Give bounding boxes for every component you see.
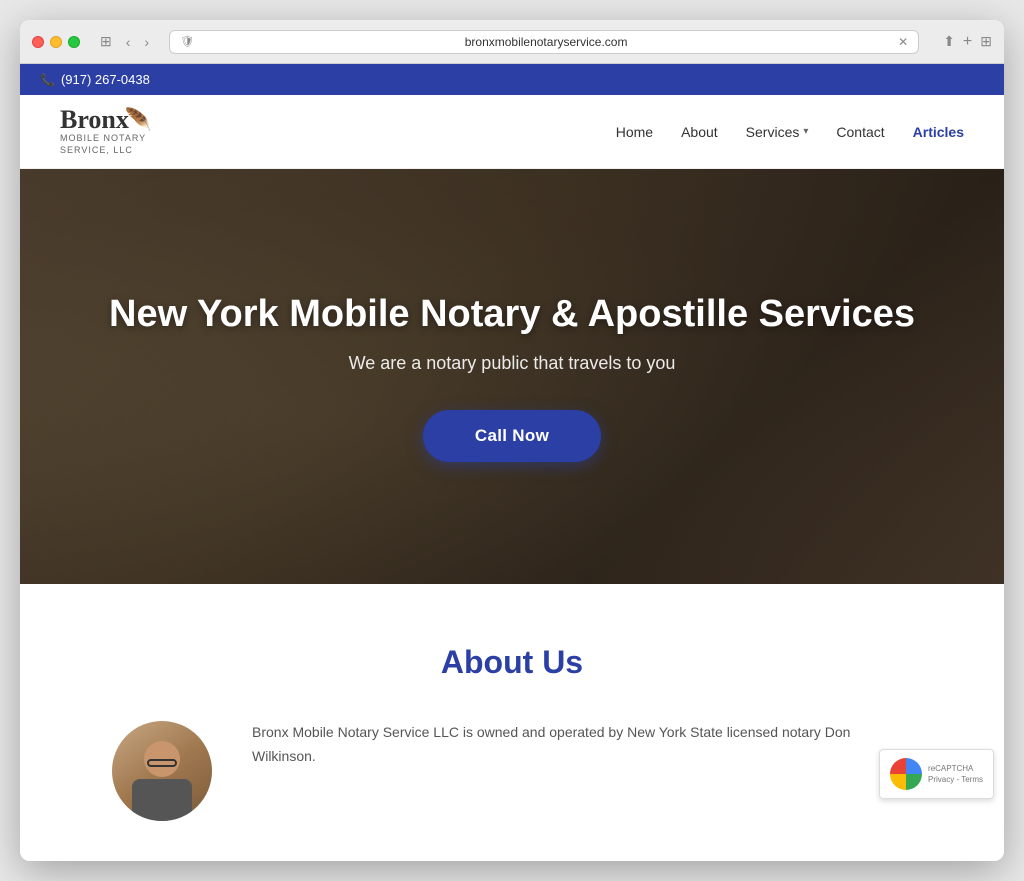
- nav-services[interactable]: Services ▾: [746, 124, 809, 140]
- chevron-down-icon: ▾: [803, 126, 808, 137]
- new-tab-icon[interactable]: +: [963, 33, 972, 51]
- recaptcha-text: reCAPTCHA Privacy - Terms: [928, 763, 983, 785]
- browser-titlebar: ⊞ ‹ › 🛡 ✕ ⬆ + ⊞: [20, 20, 1004, 64]
- browser-actions: ⬆ + ⊞: [943, 33, 992, 51]
- recaptcha-badge: reCAPTCHA Privacy - Terms: [879, 749, 994, 799]
- browser-controls: ⊞ ‹ ›: [96, 31, 153, 52]
- minimize-button[interactable]: [50, 36, 62, 48]
- maximize-button[interactable]: [68, 36, 80, 48]
- logo[interactable]: Bronx 🪶 Mobile Notary Service, LLC: [60, 107, 152, 156]
- back-button[interactable]: ‹: [122, 32, 135, 52]
- avatar-body: [132, 779, 192, 821]
- avatar-head: [144, 741, 180, 777]
- call-now-button[interactable]: Call Now: [423, 410, 601, 462]
- hero-content: New York Mobile Notary & Apostille Servi…: [69, 292, 955, 463]
- phone-number[interactable]: (917) 267-0438: [61, 72, 150, 87]
- hero-title: New York Mobile Notary & Apostille Servi…: [109, 292, 915, 338]
- nav-articles[interactable]: Articles: [913, 124, 964, 140]
- about-description: Bronx Mobile Notary Service LLC is owned…: [252, 721, 912, 769]
- traffic-lights: [32, 36, 80, 48]
- site-header: Bronx 🪶 Mobile Notary Service, LLC Home …: [20, 95, 1004, 169]
- close-button[interactable]: [32, 36, 44, 48]
- logo-bronx-text: Bronx: [60, 107, 129, 133]
- forward-button[interactable]: ›: [140, 32, 153, 52]
- phone-icon: 📞: [40, 73, 55, 87]
- logo-subtitle: Mobile Notary Service, LLC: [60, 133, 152, 156]
- security-icon: 🛡: [180, 35, 194, 48]
- hero-subtitle: We are a notary public that travels to y…: [109, 353, 915, 374]
- url-input[interactable]: [200, 35, 892, 49]
- sidebar-toggle-button[interactable]: ⊞: [96, 31, 116, 52]
- recaptcha-logo: [890, 758, 922, 790]
- person-image: [132, 741, 192, 821]
- share-icon[interactable]: ⬆: [943, 33, 955, 50]
- nav-contact[interactable]: Contact: [836, 124, 884, 140]
- browser-window: ⊞ ‹ › 🛡 ✕ ⬆ + ⊞ 📞 (917) 267-0438 Bro: [20, 20, 1004, 861]
- site-nav: Home About Services ▾ Contact Articles: [616, 124, 964, 140]
- website-content: 📞 (917) 267-0438 Bronx 🪶 Mobile Notary S…: [20, 64, 1004, 861]
- top-bar: 📞 (917) 267-0438: [20, 64, 1004, 95]
- about-content: Bronx Mobile Notary Service LLC is owned…: [112, 721, 912, 821]
- about-title: About Us: [60, 644, 964, 681]
- avatar: [112, 721, 212, 821]
- nav-about[interactable]: About: [681, 124, 718, 140]
- avatar-glasses: [147, 759, 177, 767]
- feather-icon: 🪶: [125, 107, 152, 133]
- hero-section: New York Mobile Notary & Apostille Servi…: [20, 169, 1004, 584]
- nav-home[interactable]: Home: [616, 124, 653, 140]
- logo-area: Bronx 🪶 Mobile Notary Service, LLC: [60, 107, 152, 156]
- url-clear-icon[interactable]: ✕: [898, 35, 908, 49]
- grid-icon[interactable]: ⊞: [980, 33, 992, 50]
- about-section: About Us Bronx Mobile Notary Service LLC…: [20, 584, 1004, 861]
- url-bar-container: 🛡 ✕: [169, 30, 919, 54]
